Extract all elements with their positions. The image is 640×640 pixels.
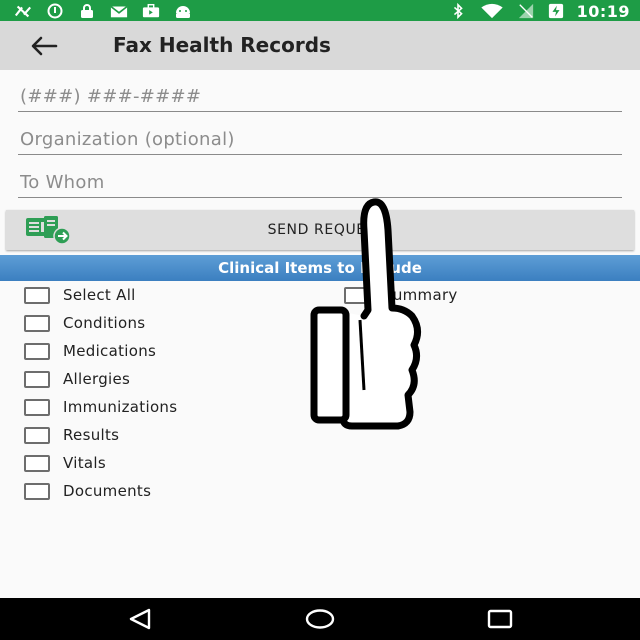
home-circle-icon bbox=[305, 609, 335, 629]
checkbox-label: Immunizations bbox=[63, 398, 178, 416]
nav-home-button[interactable] bbox=[300, 604, 340, 634]
checkbox-documents[interactable]: Documents bbox=[24, 480, 151, 502]
page-title: Fax Health Records bbox=[113, 33, 331, 57]
checkbox-select-all[interactable]: Select All bbox=[24, 284, 136, 306]
checkbox-label: Documents bbox=[63, 482, 152, 500]
status-left-icons bbox=[14, 2, 192, 20]
nav-back-button[interactable] bbox=[120, 604, 160, 634]
phone-number-input[interactable] bbox=[18, 82, 622, 112]
navigation-bar bbox=[0, 598, 640, 640]
checkbox-allergies[interactable]: Allergies bbox=[24, 368, 130, 390]
checkbox-label: Medications bbox=[63, 342, 157, 360]
checkbox-box[interactable] bbox=[24, 342, 50, 360]
android-icon bbox=[176, 6, 190, 18]
checkbox-summary[interactable]: Summary bbox=[344, 284, 458, 306]
checkbox-label: Select All bbox=[63, 286, 136, 304]
send-request-button[interactable]: SEND REQUEST bbox=[6, 210, 634, 250]
status-bar: 10:19 bbox=[0, 0, 640, 21]
clinical-items-header: Clinical Items to Include bbox=[0, 255, 640, 281]
checkbox-box[interactable] bbox=[24, 454, 50, 472]
battery-charging-icon bbox=[548, 3, 563, 19]
back-button[interactable] bbox=[26, 31, 62, 61]
checkbox-box[interactable] bbox=[24, 286, 50, 304]
checkbox-medications[interactable]: Medications bbox=[24, 340, 156, 362]
checkbox-immunizations[interactable]: Immunizations bbox=[24, 396, 177, 418]
checkbox-label: Results bbox=[63, 426, 120, 444]
status-time: 10:19 bbox=[576, 1, 630, 21]
signal-icon bbox=[518, 3, 533, 19]
checkbox-box[interactable] bbox=[24, 482, 50, 500]
checkbox-label: Summary bbox=[383, 286, 458, 304]
organization-input[interactable] bbox=[18, 125, 622, 155]
checkbox-conditions[interactable]: Conditions bbox=[24, 312, 145, 334]
checkbox-label: Conditions bbox=[63, 314, 146, 332]
lock-icon bbox=[81, 4, 93, 18]
back-triangle-icon bbox=[129, 608, 151, 630]
info-icon bbox=[47, 3, 63, 19]
recents-square-icon bbox=[487, 609, 513, 629]
checkbox-box[interactable] bbox=[24, 398, 50, 416]
checkbox-vitals[interactable]: Vitals bbox=[24, 452, 106, 474]
checkbox-label: Allergies bbox=[63, 370, 131, 388]
no-signal-icon bbox=[14, 5, 32, 18]
arrow-left-icon bbox=[31, 36, 58, 56]
checkbox-results[interactable]: Results bbox=[24, 424, 119, 446]
send-request-label: SEND REQUEST bbox=[267, 222, 385, 238]
app-bar: Fax Health Records bbox=[0, 21, 640, 70]
checkbox-box[interactable] bbox=[24, 370, 50, 388]
clinical-items-title: Clinical Items to Include bbox=[218, 259, 422, 277]
bluetooth-icon bbox=[453, 3, 463, 19]
mail-icon bbox=[110, 5, 128, 18]
to-whom-input[interactable] bbox=[18, 168, 622, 198]
briefcase-icon bbox=[142, 3, 160, 18]
nav-recents-button[interactable] bbox=[480, 604, 520, 634]
checkbox-label: Vitals bbox=[63, 454, 106, 472]
wifi-icon bbox=[480, 3, 503, 19]
checkbox-box[interactable] bbox=[24, 426, 50, 444]
checkbox-box[interactable] bbox=[24, 314, 50, 332]
status-right-icons: 10:19 bbox=[449, 1, 630, 21]
checkbox-box[interactable] bbox=[344, 286, 370, 304]
